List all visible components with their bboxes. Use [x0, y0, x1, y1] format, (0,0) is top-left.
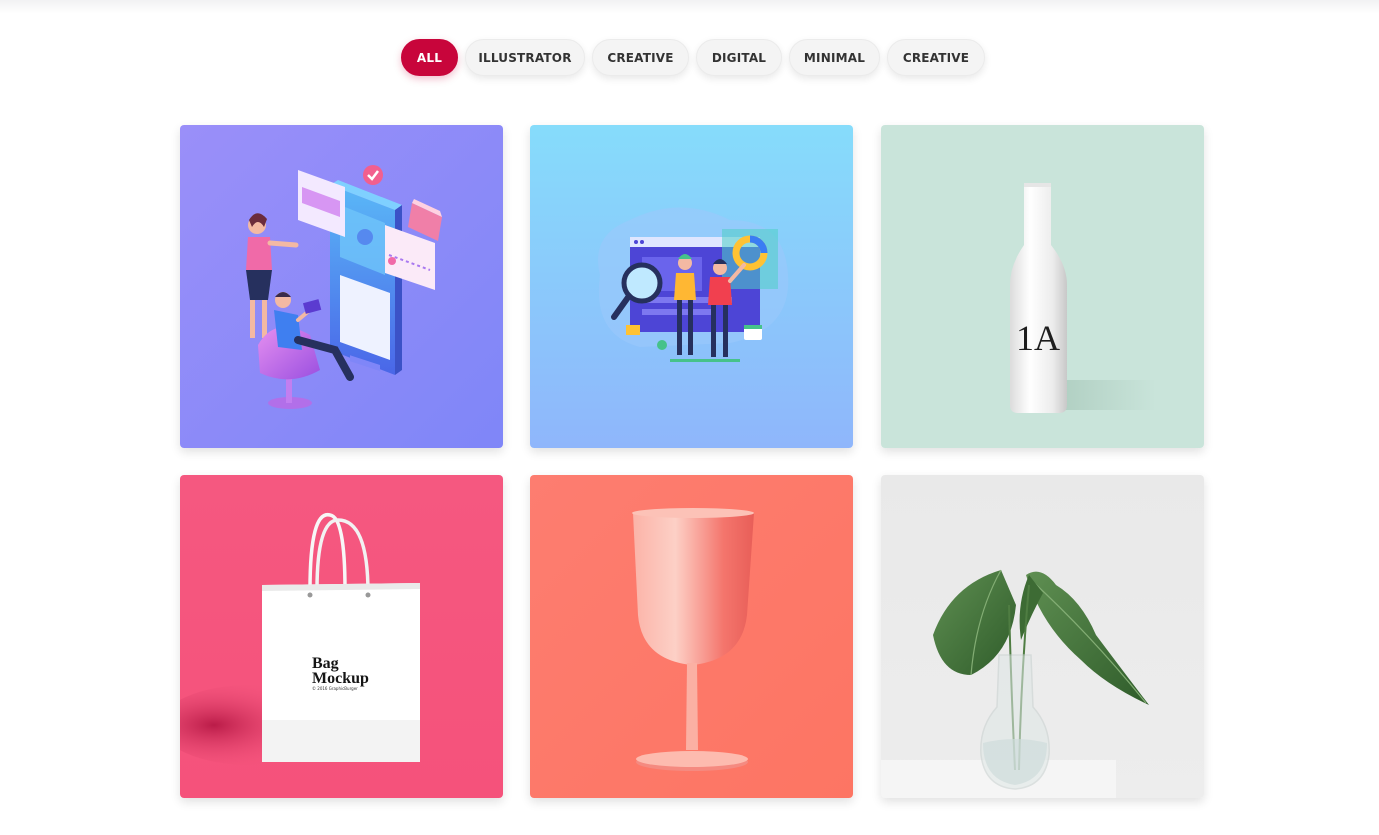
data-analysis-illustration	[530, 125, 853, 448]
portfolio-item-bag-mockup[interactable]: Bag Mockup © 2016 GraphicBurger	[180, 475, 503, 798]
plant-vase-image	[881, 475, 1204, 798]
isometric-app-illustration	[180, 125, 503, 448]
portfolio-item-plant-vase[interactable]	[881, 475, 1204, 798]
filter-illustrator[interactable]: ILLUSTRATOR	[465, 39, 585, 76]
portfolio-item-isometric-app[interactable]	[180, 125, 503, 448]
header-edge	[0, 0, 1379, 14]
bag-title-line2: Mockup	[312, 670, 369, 687]
portfolio-item-bottle-mockup[interactable]: 1A	[881, 125, 1204, 448]
portfolio-item-data-analysis[interactable]	[530, 125, 853, 448]
bottle-label: 1A	[1016, 318, 1060, 358]
pink-glass-image	[530, 475, 853, 798]
filter-creative-2[interactable]: CREATIVE	[887, 39, 985, 76]
filter-digital[interactable]: DIGITAL	[696, 39, 782, 76]
bottle-mockup-image: 1A	[881, 125, 1204, 448]
filter-all[interactable]: ALL	[401, 39, 458, 76]
bag-caption: © 2016 GraphicBurger	[312, 686, 358, 691]
portfolio-item-pink-glass[interactable]	[530, 475, 853, 798]
filter-minimal[interactable]: MINIMAL	[789, 39, 880, 76]
bag-mockup-image: Bag Mockup © 2016 GraphicBurger	[180, 475, 503, 798]
filter-creative[interactable]: CREATIVE	[592, 39, 689, 76]
portfolio-filter-bar: ALL ILLUSTRATOR CREATIVE DIGITAL MINIMAL…	[0, 39, 1379, 77]
